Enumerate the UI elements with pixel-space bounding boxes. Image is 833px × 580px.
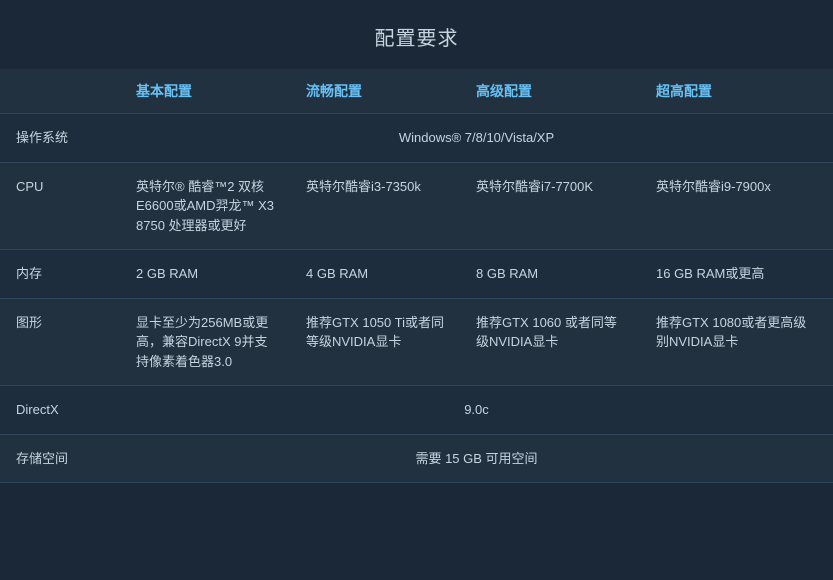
row-advanced: 推荐GTX 1060 或者同等级NVIDIA显卡 — [460, 298, 640, 386]
row-label: 内存 — [0, 250, 120, 299]
row-label: 存储空间 — [0, 434, 120, 483]
row-value: Windows® 7/8/10/Vista/XP — [120, 114, 833, 163]
row-label: CPU — [0, 162, 120, 250]
row-advanced: 英特尔酷睿i7-7700K — [460, 162, 640, 250]
header-ultra: 超高配置 — [640, 69, 833, 114]
table-row: DirectX 9.0c — [0, 386, 833, 435]
row-smooth: 英特尔酷睿i3-7350k — [290, 162, 460, 250]
header-smooth: 流畅配置 — [290, 69, 460, 114]
row-basic: 英特尔® 酷睿™2 双核 E6600或AMD羿龙™ X3 8750 处理器或更好 — [120, 162, 290, 250]
header-advanced: 高级配置 — [460, 69, 640, 114]
table-row: 图形 显卡至少为256MB或更高，兼容DirectX 9并支持像素着色器3.0 … — [0, 298, 833, 386]
page-title: 配置要求 — [0, 0, 833, 69]
row-ultra: 推荐GTX 1080或者更高级别NVIDIA显卡 — [640, 298, 833, 386]
table-row: CPU 英特尔® 酷睿™2 双核 E6600或AMD羿龙™ X3 8750 处理… — [0, 162, 833, 250]
row-basic: 显卡至少为256MB或更高，兼容DirectX 9并支持像素着色器3.0 — [120, 298, 290, 386]
row-smooth: 推荐GTX 1050 Ti或者同等级NVIDIA显卡 — [290, 298, 460, 386]
table-header: 基本配置 流畅配置 高级配置 超高配置 — [0, 69, 833, 114]
row-label: 图形 — [0, 298, 120, 386]
requirements-table: 基本配置 流畅配置 高级配置 超高配置 操作系统 Windows® 7/8/10… — [0, 69, 833, 483]
header-basic: 基本配置 — [120, 69, 290, 114]
table-row: 内存 2 GB RAM 4 GB RAM 8 GB RAM 16 GB RAM或… — [0, 250, 833, 299]
header-label — [0, 69, 120, 114]
row-label: DirectX — [0, 386, 120, 435]
row-ultra: 16 GB RAM或更高 — [640, 250, 833, 299]
row-advanced: 8 GB RAM — [460, 250, 640, 299]
table-row: 操作系统 Windows® 7/8/10/Vista/XP — [0, 114, 833, 163]
table-row: 存储空间 需要 15 GB 可用空间 — [0, 434, 833, 483]
row-label: 操作系统 — [0, 114, 120, 163]
row-smooth: 4 GB RAM — [290, 250, 460, 299]
row-ultra: 英特尔酷睿i9-7900x — [640, 162, 833, 250]
row-value: 9.0c — [120, 386, 833, 435]
row-basic: 2 GB RAM — [120, 250, 290, 299]
row-value: 需要 15 GB 可用空间 — [120, 434, 833, 483]
